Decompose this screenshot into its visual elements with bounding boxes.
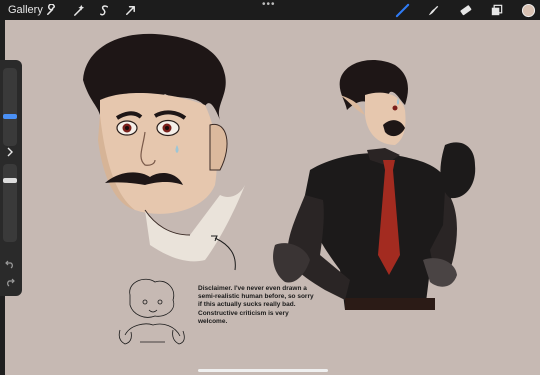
top-toolbar: Gallery ••• xyxy=(0,0,540,20)
magic-wand-icon[interactable] xyxy=(70,2,86,18)
brush-size-slider[interactable] xyxy=(3,68,17,146)
brush-size-handle[interactable] xyxy=(3,114,17,119)
redo-icon[interactable] xyxy=(4,276,16,288)
wrench-icon[interactable] xyxy=(43,2,59,18)
chevron-right-icon[interactable] xyxy=(4,146,16,158)
side-toolbar xyxy=(0,60,22,296)
drawing-canvas[interactable]: Disclaimer. I've never even drawn a semi… xyxy=(5,20,540,375)
selection-s-icon[interactable] xyxy=(96,2,112,18)
smudge-icon[interactable] xyxy=(425,2,441,18)
eraser-icon[interactable] xyxy=(457,2,473,18)
home-indicator xyxy=(198,369,328,372)
color-swatch-icon[interactable] xyxy=(520,2,536,18)
opacity-slider[interactable] xyxy=(3,164,17,242)
undo-icon[interactable] xyxy=(4,258,16,270)
opacity-handle[interactable] xyxy=(3,178,17,183)
brush-icon[interactable] xyxy=(394,2,410,18)
layers-icon[interactable] xyxy=(488,2,504,18)
transform-arrow-icon[interactable] xyxy=(122,2,138,18)
gallery-button[interactable]: Gallery xyxy=(8,3,43,17)
more-options-dots[interactable]: ••• xyxy=(262,0,276,10)
disclaimer-text: Disclaimer. I've never even drawn a semi… xyxy=(198,285,314,325)
